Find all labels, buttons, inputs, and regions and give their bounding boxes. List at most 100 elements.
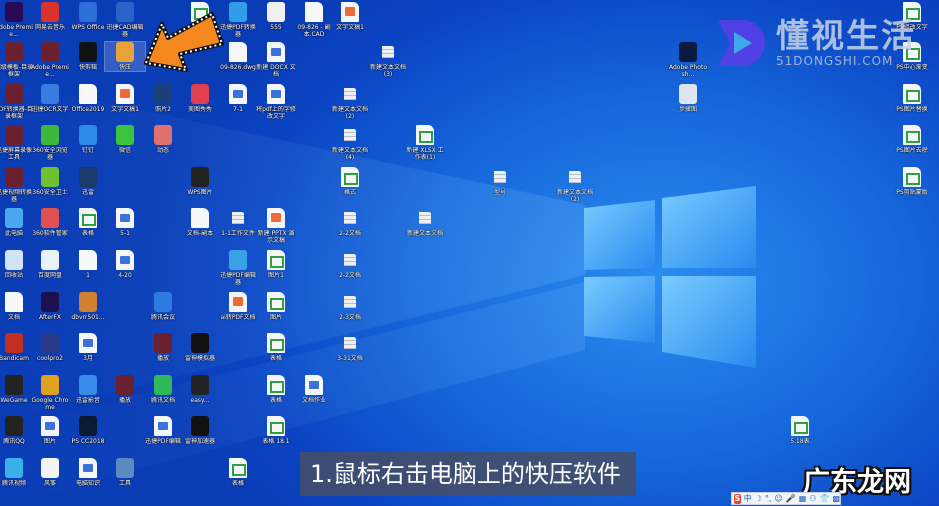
desktop-icon[interactable]: 2-2文档 [330, 208, 370, 237]
desktop-icon[interactable]: 文字文稿1 [105, 84, 145, 113]
desktop-icon[interactable]: 3-31文档 [330, 333, 370, 362]
desktop-icon[interactable]: WeGame [0, 375, 34, 404]
desktop-icon[interactable]: PS CC2018 [68, 416, 108, 445]
desktop-icon[interactable]: 新建文本文档(4) [330, 125, 370, 161]
ime-tool[interactable]: ▩ [832, 494, 840, 503]
desktop-icon[interactable]: 快剪辑 [68, 42, 108, 71]
desktop-icon[interactable]: 新建 DOCX 文档 [256, 42, 296, 78]
desktop-icon[interactable]: 迅捷PDF编辑器 [218, 250, 258, 286]
desktop-icon[interactable]: 文档作业 [294, 375, 334, 404]
desktop-icon[interactable]: 雷神模拟器 [180, 333, 220, 362]
desktop-icon[interactable]: PS图片去除 [892, 125, 932, 154]
desktop-icon[interactable]: 此电脑 [0, 208, 34, 237]
ime-toolbar[interactable]: S 中 ☽ °, ☺ 🎤 ▦ ⚇ 👕 ▩ [731, 492, 841, 505]
desktop-icon[interactable]: easy... [180, 375, 220, 404]
desktop-icon[interactable]: 新建 PPTX 演示文稿 [256, 208, 296, 244]
desktop-icon[interactable]: 迅雷影音 [68, 375, 108, 404]
desktop-icon[interactable]: 文档 [0, 292, 34, 321]
desktop-icon[interactable]: 腾讯文档 [143, 375, 183, 404]
desktop-icon[interactable]: 文字文稿1 [330, 2, 370, 31]
desktop-icon[interactable]: Bandicam [0, 333, 34, 362]
desktop-icon[interactable]: 百度网盘 [30, 250, 70, 279]
desktop-icon[interactable]: 钉钉 [68, 125, 108, 154]
desktop-icon[interactable]: 微信 [105, 125, 145, 154]
desktop-icon[interactable]: 动态 [143, 125, 183, 154]
desktop-icon[interactable]: 图片 [30, 416, 70, 445]
desktop-icon[interactable]: 360安全浏览器 [30, 125, 70, 161]
desktop-icon[interactable]: 迅捷OCR文字 [30, 84, 70, 113]
ime-tool[interactable]: ▦ [799, 494, 807, 503]
desktop-icon[interactable]: 美图秀秀 [180, 84, 220, 113]
desktop-icon[interactable]: 工具 [105, 458, 145, 487]
desktop-icon[interactable]: 迅捷视频转换器 [0, 167, 34, 203]
desktop-icon[interactable]: 表格 [256, 333, 296, 362]
desktop-icon[interactable]: WPS图片 [180, 167, 220, 196]
desktop-icon[interactable]: 09-826 - 副本.CAD [294, 2, 334, 38]
desktop-icon[interactable]: 图片1 [256, 250, 296, 279]
desktop-icon[interactable]: ai转PDF文档 [218, 292, 258, 321]
desktop-icon[interactable]: PDF转换器-目录框架 [0, 84, 34, 120]
desktop-icon[interactable]: 4-20 [105, 250, 145, 279]
desktop-icon[interactable]: 格式 [330, 167, 370, 196]
desktop-icon[interactable]: 2-2文档 [330, 250, 370, 279]
desktop-icon[interactable]: 7-1 [218, 84, 258, 113]
desktop-icon[interactable]: 新建文本文档 [405, 208, 445, 237]
desktop-icon[interactable]: 表格 [218, 458, 258, 487]
desktop-icon[interactable]: 表格 [68, 208, 108, 237]
desktop-icon[interactable]: 迅捷PDF编辑 [143, 416, 183, 445]
desktop-icon[interactable]: 腾讯会议 [143, 292, 183, 321]
desktop-icon[interactable]: 播放 [143, 333, 183, 362]
desktop-icon[interactable]: 360安全卫士 [30, 167, 70, 196]
desktop-icon[interactable]: Adobe Photosh... [668, 42, 708, 78]
desktop-icon[interactable]: 雷神加速器 [180, 416, 220, 445]
desktop-icon[interactable]: 表格 18.1 [256, 416, 296, 445]
desktop-icon[interactable]: 1 [68, 250, 108, 279]
desktop-icon[interactable]: AfterFX [30, 292, 70, 321]
desktop-icon[interactable]: 腾讯视频 [0, 458, 34, 487]
desktop-icon[interactable]: 超级模板-目录框架 [0, 42, 34, 78]
desktop-icon[interactable]: 照片2 [143, 84, 183, 113]
desktop-icon[interactable]: Google Chrome [30, 375, 70, 411]
desktop-icon[interactable]: Adobe Premie... [30, 42, 70, 78]
desktop-icon[interactable]: Office2019 [68, 84, 108, 113]
desktop-icon[interactable]: 2-3文档 [330, 292, 370, 321]
desktop-icon[interactable]: 新建文本文档(3) [368, 42, 408, 78]
desktop-icon[interactable]: 新建文本文档(2) [330, 84, 370, 120]
desktop-icon[interactable]: 文档-副本 [180, 208, 220, 237]
desktop-icon[interactable]: 555 [256, 2, 296, 31]
desktop-icon[interactable]: 迅捷屏幕录像工具 [0, 125, 34, 161]
desktop-icon[interactable]: PS图片替换 [892, 84, 932, 113]
desktop-icon[interactable]: 播放 [105, 375, 145, 404]
desktop-icon[interactable]: 型号 [480, 167, 520, 196]
ime-tool[interactable]: 👕 [819, 494, 829, 503]
ime-tool[interactable]: ⚇ [809, 494, 816, 503]
desktop-icon[interactable]: 图片 [256, 292, 296, 321]
desktop-icon[interactable]: 电脑知识 [68, 458, 108, 487]
desktop-icon[interactable]: WPS Office [68, 2, 108, 31]
desktop-icon[interactable]: 3月 [68, 333, 108, 362]
ime-tool[interactable]: ☽ [755, 494, 762, 503]
desktop-icon[interactable]: 迅雷 [68, 167, 108, 196]
desktop-icon[interactable]: 新建 XLSX 工作表(1) [405, 125, 445, 161]
desktop-icon[interactable]: 风筝 [30, 458, 70, 487]
desktop-icon[interactable]: 1-1工作文件 [218, 208, 258, 237]
ime-tool[interactable]: ☺ [774, 494, 782, 503]
desktop-icon[interactable]: 网易云音乐 [30, 2, 70, 31]
desktop-icon[interactable]: Adobe Premie... [0, 2, 34, 38]
desktop-icon[interactable]: 5.18表 [780, 416, 820, 445]
desktop-icon[interactable]: 新建文本文档(2) [555, 167, 595, 203]
desktop-icon[interactable]: PS剪贴蒙版 [892, 167, 932, 196]
desktop-icon[interactable]: 将pdf上的字修改文字 [256, 84, 296, 120]
desktop-icon[interactable]: 360软件管家 [30, 208, 70, 237]
desktop-icon[interactable]: 步骤图 [668, 84, 708, 113]
desktop-icon[interactable]: coolpro2 [30, 333, 70, 362]
sogou-logo-icon[interactable]: S [734, 493, 741, 504]
desktop-icon[interactable]: 5-1 [105, 208, 145, 237]
ime-tool[interactable]: °, [765, 494, 772, 503]
ime-mode-toggle[interactable]: 中 [744, 493, 752, 504]
desktop-icon[interactable]: 表格 [256, 375, 296, 404]
desktop-icon[interactable]: 腾讯QQ [0, 416, 34, 445]
desktop-icon[interactable]: dbvrr501... [68, 292, 108, 321]
ime-tool[interactable]: 🎤 [786, 494, 796, 503]
desktop-icon[interactable]: 回收站 [0, 250, 34, 279]
